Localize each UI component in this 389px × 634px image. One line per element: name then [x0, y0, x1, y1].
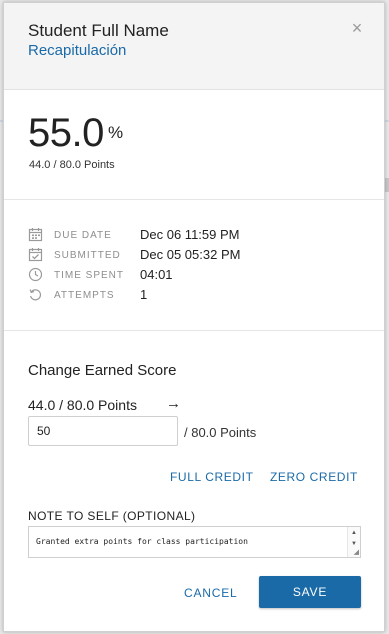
- time-spent-value: 04:01: [140, 267, 173, 282]
- student-name: Student Full Name: [28, 21, 169, 40]
- attempts-label: ATTEMPTS: [54, 290, 115, 301]
- due-date-label: DUE DATE: [54, 230, 112, 241]
- score-percentage: 55.0: [28, 111, 104, 155]
- note-text[interactable]: Granted extra points for class participa…: [36, 537, 248, 546]
- time-spent-label: TIME SPENT: [54, 270, 125, 281]
- resize-grip-icon[interactable]: ◢: [354, 549, 359, 556]
- earned-score-input[interactable]: [28, 416, 178, 446]
- calendar-check-icon: [28, 248, 43, 262]
- score-points: 44.0 / 80.0 Points: [29, 159, 115, 171]
- info-row-submitted: SUBMITTED Dec 05 05:32 PM: [28, 246, 358, 266]
- full-credit-button[interactable]: FULL CREDIT: [170, 470, 254, 484]
- arrow-right-icon: →: [166, 395, 181, 412]
- background-edge: [385, 178, 389, 192]
- assignment-title[interactable]: Recapitulación: [28, 42, 126, 59]
- clock-icon: [28, 267, 43, 282]
- scroll-up-icon[interactable]: ▲: [351, 530, 357, 536]
- due-date-value: Dec 06 11:59 PM: [140, 227, 240, 242]
- score-summary: 55.0 % 44.0 / 80.0 Points: [4, 89, 384, 200]
- submitted-value: Dec 05 05:32 PM: [140, 247, 241, 262]
- scroll-down-icon[interactable]: ▼: [351, 541, 357, 547]
- modal-header: Student Full Name Recapitulación ×: [4, 3, 384, 90]
- note-to-self-field[interactable]: Granted extra points for class participa…: [28, 526, 361, 558]
- close-icon[interactable]: ×: [348, 19, 366, 37]
- note-to-self-label: NOTE TO SELF (OPTIONAL): [28, 509, 196, 523]
- zero-credit-button[interactable]: ZERO CREDIT: [270, 470, 358, 484]
- percent-symbol: %: [108, 123, 124, 142]
- cancel-button[interactable]: CANCEL: [184, 586, 237, 600]
- submission-info: DUE DATE Dec 06 11:59 PM SUBMITTED Dec 0…: [4, 200, 384, 331]
- submitted-label: SUBMITTED: [54, 250, 121, 261]
- attempts-value: 1: [140, 287, 148, 302]
- info-row-time-spent: TIME SPENT 04:01: [28, 266, 358, 286]
- save-button[interactable]: SAVE: [259, 576, 361, 608]
- edit-score-modal: Student Full Name Recapitulación × 55.0 …: [3, 2, 385, 632]
- info-row-due-date: DUE DATE Dec 06 11:59 PM: [28, 226, 358, 246]
- calendar-icon: [28, 228, 43, 242]
- score-input-suffix: / 80.0 Points: [184, 425, 257, 440]
- change-score-title: Change Earned Score: [28, 362, 177, 379]
- info-row-attempts: ATTEMPTS 1: [28, 286, 358, 306]
- change-score-section: Change Earned Score 44.0 / 80.0 Points →…: [4, 331, 384, 633]
- refresh-icon: [29, 289, 42, 301]
- current-score: 44.0 / 80.0 Points: [28, 397, 137, 413]
